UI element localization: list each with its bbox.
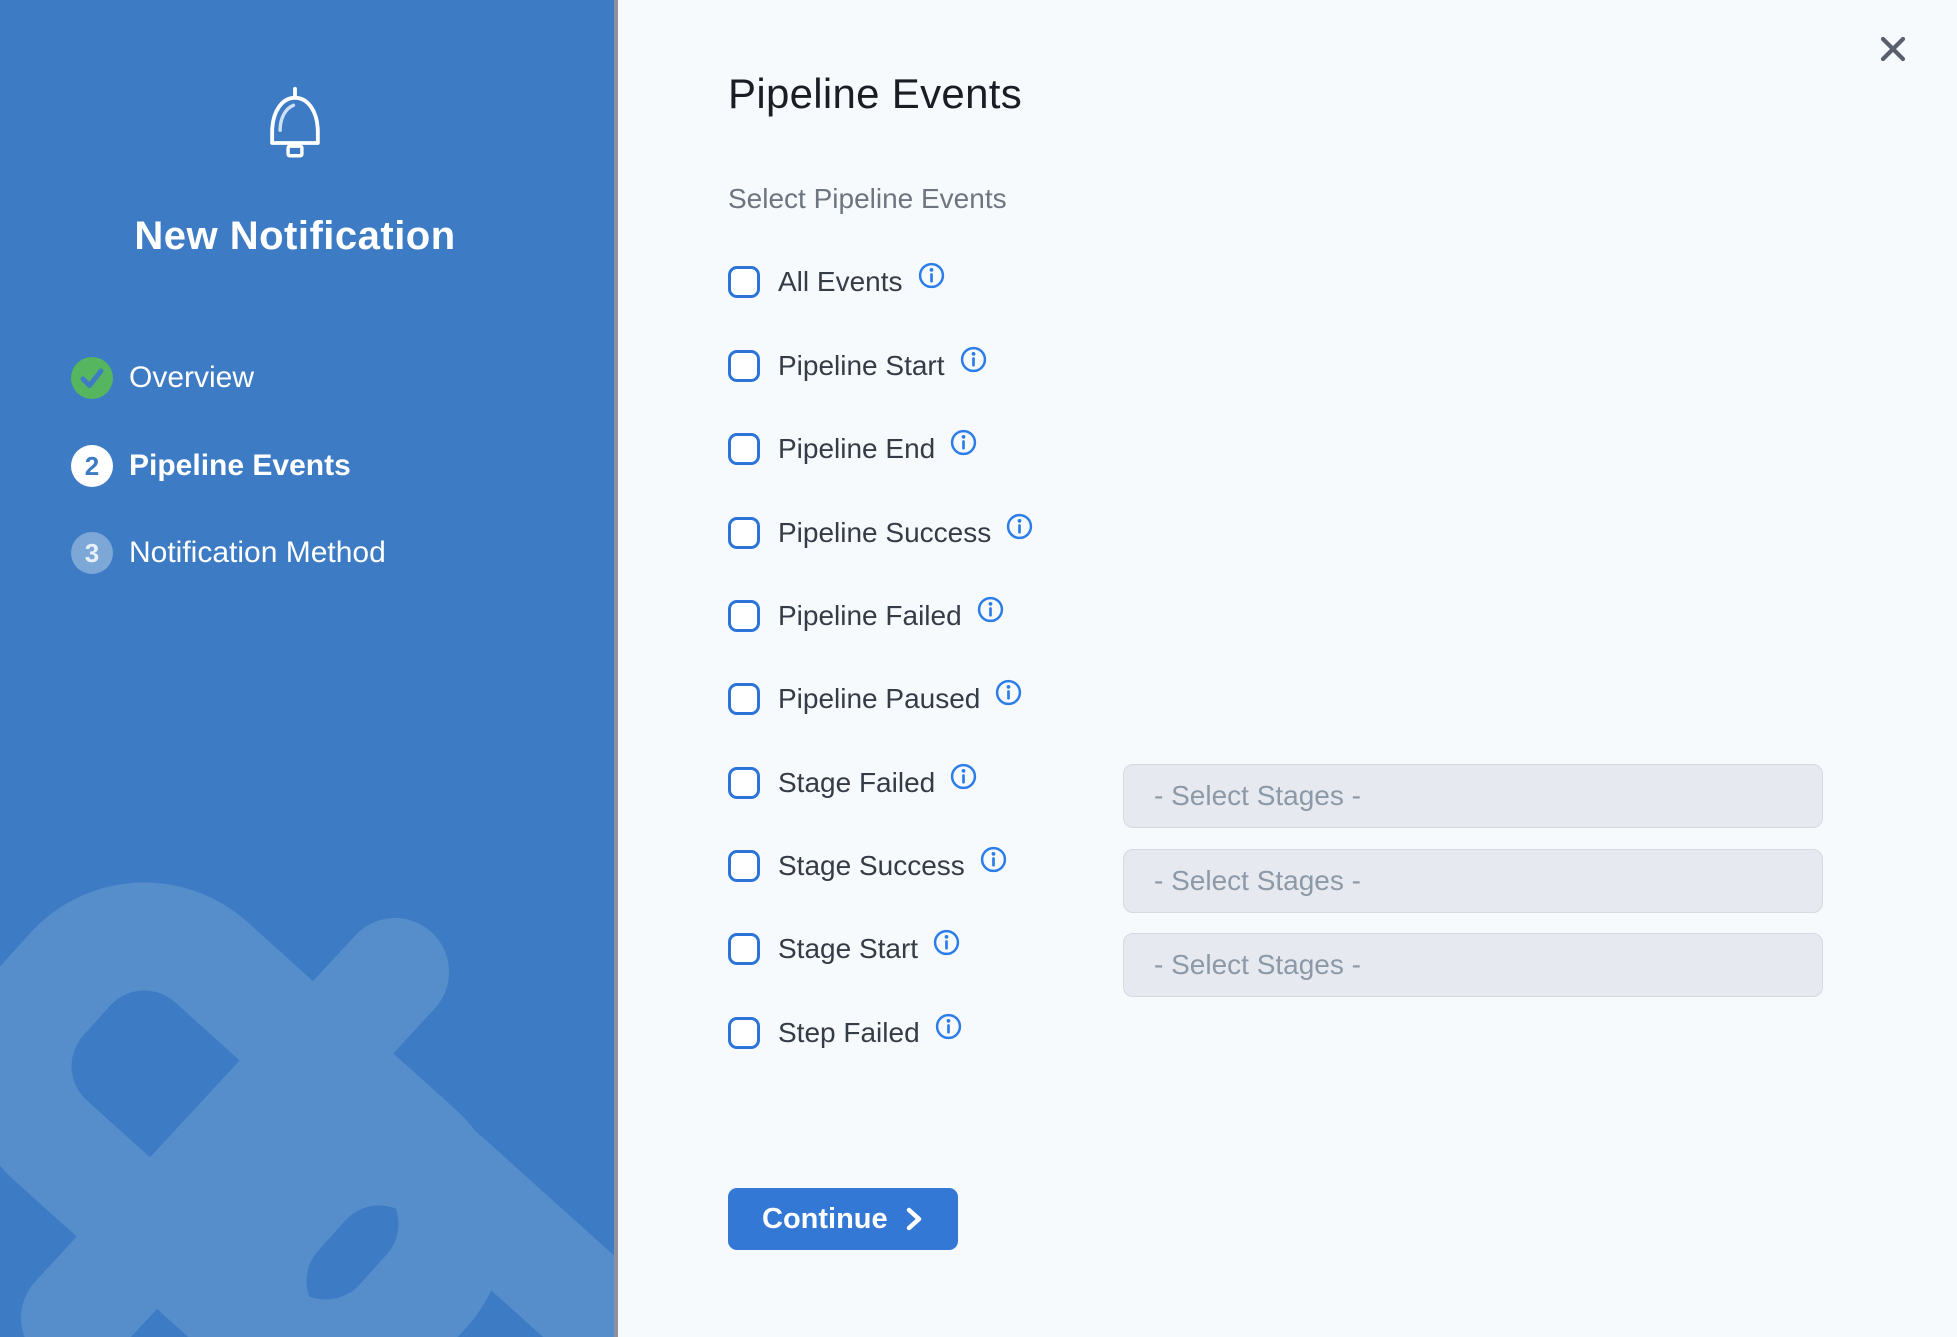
- checkbox-pipeline-paused[interactable]: [728, 683, 760, 715]
- event-label: Pipeline Failed: [778, 600, 962, 632]
- info-icon[interactable]: [960, 346, 987, 373]
- event-label: Pipeline Success: [778, 517, 991, 549]
- checkbox-pipeline-failed[interactable]: [728, 600, 760, 632]
- checkbox-pipeline-start[interactable]: [728, 350, 760, 382]
- continue-button[interactable]: Continue: [728, 1188, 958, 1250]
- page-title: Pipeline Events: [728, 70, 1022, 118]
- step-number-badge: 2: [71, 445, 113, 487]
- info-icon[interactable]: [995, 679, 1022, 706]
- brand-watermark: [0, 0, 614, 1337]
- event-row-all-events: All Events: [728, 261, 945, 303]
- section-subtitle: Select Pipeline Events: [728, 183, 1007, 215]
- chevron-right-icon: [904, 1206, 924, 1232]
- select-stages-for-stage-success[interactable]: - Select Stages -: [1123, 849, 1823, 913]
- event-row-stage-start: Stage Start: [728, 928, 960, 970]
- step-notification-method[interactable]: 3 Notification Method: [71, 532, 386, 574]
- wizard-title: New Notification: [0, 214, 590, 259]
- panel-divider: [614, 0, 618, 1337]
- event-row-pipeline-start: Pipeline Start: [728, 345, 987, 387]
- checkbox-pipeline-end[interactable]: [728, 433, 760, 465]
- select-placeholder: - Select Stages -: [1154, 780, 1361, 812]
- info-icon[interactable]: [1006, 513, 1033, 540]
- info-icon[interactable]: [918, 262, 945, 289]
- info-icon[interactable]: [980, 846, 1007, 873]
- wizard-sidebar: New Notification Overview 2 Pipeline Eve…: [0, 0, 614, 1337]
- event-row-stage-failed: Stage Failed: [728, 762, 977, 804]
- info-icon[interactable]: [933, 929, 960, 956]
- event-label: Stage Failed: [778, 767, 935, 799]
- event-label: Pipeline End: [778, 433, 935, 465]
- info-icon[interactable]: [950, 763, 977, 790]
- event-label: All Events: [778, 266, 903, 298]
- checkbox-all-events[interactable]: [728, 266, 760, 298]
- event-label: Pipeline Paused: [778, 683, 980, 715]
- select-stages-for-stage-failed[interactable]: - Select Stages -: [1123, 764, 1823, 828]
- event-row-pipeline-failed: Pipeline Failed: [728, 595, 1004, 637]
- info-icon[interactable]: [977, 596, 1004, 623]
- event-row-pipeline-end: Pipeline End: [728, 428, 977, 470]
- select-placeholder: - Select Stages -: [1154, 949, 1361, 981]
- info-icon[interactable]: [935, 1013, 962, 1040]
- checkbox-pipeline-success[interactable]: [728, 517, 760, 549]
- continue-label: Continue: [762, 1203, 888, 1236]
- event-row-pipeline-paused: Pipeline Paused: [728, 678, 1022, 720]
- event-label: Stage Start: [778, 933, 918, 965]
- checkbox-stage-success[interactable]: [728, 850, 760, 882]
- event-row-stage-success: Stage Success: [728, 845, 1007, 887]
- step-pipeline-events[interactable]: 2 Pipeline Events: [71, 445, 351, 487]
- select-stages-for-stage-start[interactable]: - Select Stages -: [1123, 933, 1823, 997]
- event-row-step-failed: Step Failed: [728, 1012, 962, 1054]
- step-label: Notification Method: [129, 536, 386, 570]
- step-label: Overview: [129, 361, 254, 395]
- event-row-pipeline-success: Pipeline Success: [728, 512, 1033, 554]
- step-number-badge: 3: [71, 532, 113, 574]
- bell-icon: [261, 86, 329, 166]
- checkbox-stage-start[interactable]: [728, 933, 760, 965]
- step-done-check-icon: [71, 357, 113, 399]
- step-overview[interactable]: Overview: [71, 357, 254, 399]
- info-icon[interactable]: [950, 429, 977, 456]
- event-label: Stage Success: [778, 850, 965, 882]
- checkbox-stage-failed[interactable]: [728, 767, 760, 799]
- event-label: Step Failed: [778, 1017, 920, 1049]
- close-icon[interactable]: [1874, 30, 1912, 68]
- checkbox-step-failed[interactable]: [728, 1017, 760, 1049]
- event-label: Pipeline Start: [778, 350, 945, 382]
- step-label: Pipeline Events: [129, 449, 351, 483]
- select-placeholder: - Select Stages -: [1154, 865, 1361, 897]
